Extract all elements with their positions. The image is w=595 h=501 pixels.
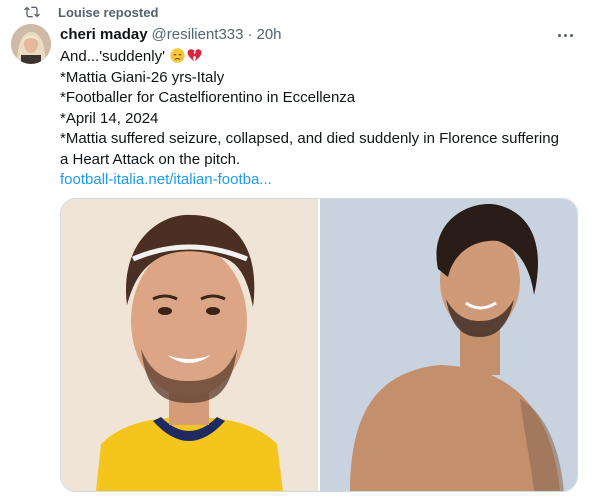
tweet-line: a Heart Attack on the pitch. bbox=[60, 150, 241, 168]
man-in-yellow-jersey-photo[interactable] bbox=[61, 199, 318, 491]
more-dot bbox=[569, 33, 573, 37]
separator-dot: · bbox=[247, 26, 253, 43]
tweet-text: And...'suddenly' *Mattia Giani-26 yrs-It… bbox=[60, 47, 580, 191]
author-name[interactable]: cheri maday bbox=[60, 26, 148, 43]
tweet-line: And...'suddenly' bbox=[60, 47, 580, 68]
more-dot bbox=[563, 33, 567, 37]
tweet-line: *Footballer for Castelfiorentino in Ecce… bbox=[60, 89, 356, 106]
tweet-header: cheri maday @resilient333 · 20h bbox=[60, 26, 282, 43]
disappointed-relieved-face-icon bbox=[170, 48, 185, 63]
tweet-time[interactable]: 20h bbox=[257, 26, 282, 43]
tweet-line: *Mattia Giani-26 yrs-Italy bbox=[60, 68, 225, 86]
tweet-line: *April 14, 2024 bbox=[60, 109, 159, 127]
repost-label[interactable]: Louise reposted bbox=[58, 5, 158, 20]
tweet-line-1: And...'suddenly' bbox=[60, 48, 165, 65]
shirtless-man-photo[interactable] bbox=[320, 199, 577, 491]
repost-icon bbox=[24, 6, 40, 18]
tweet-line: *Mattia suffered seizure, collapsed, and… bbox=[60, 130, 559, 147]
media-grid bbox=[60, 198, 578, 492]
broken-heart-icon bbox=[187, 49, 202, 62]
avatar[interactable] bbox=[11, 24, 51, 64]
more-options-button[interactable] bbox=[553, 26, 577, 44]
tweet-link[interactable]: football-italia.net/italian-footba... bbox=[60, 171, 272, 188]
author-handle[interactable]: @resilient333 bbox=[152, 26, 244, 43]
more-dot bbox=[557, 33, 561, 37]
repost-indicator[interactable]: Louise reposted bbox=[24, 4, 158, 20]
